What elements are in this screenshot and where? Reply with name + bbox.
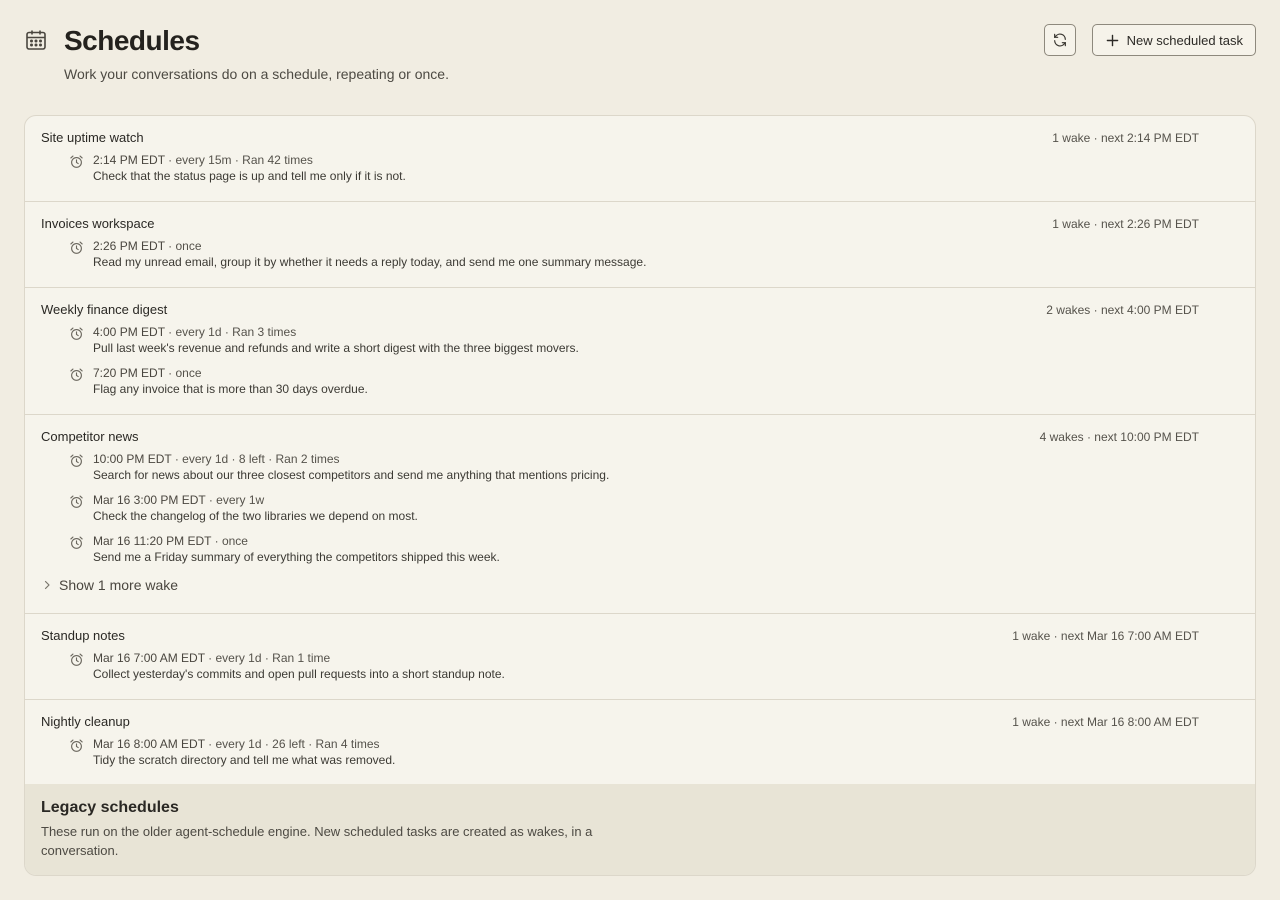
wake-item[interactable]: 2:14 PM EDT · every 15m · Ran 42 times C… — [41, 152, 1239, 184]
schedule-group: Standup notes 1 wake · next Mar 16 7:00 … — [25, 614, 1255, 700]
wake-detail: · once — [164, 239, 202, 253]
page-subtitle: Work your conversations do on a schedule… — [64, 66, 449, 82]
show-more-label: Show 1 more wake — [59, 577, 179, 593]
new-scheduled-task-button[interactable]: New scheduled task — [1091, 24, 1256, 56]
wake-time: Mar 16 8:00 AM EDT — [93, 737, 205, 751]
wake-item[interactable]: 7:20 PM EDT · once Flag any invoice that… — [41, 365, 1239, 397]
alarm-clock-icon — [70, 327, 83, 340]
alarm-clock-icon — [70, 155, 83, 168]
alarm-clock-icon — [70, 653, 83, 666]
chevron-right-icon — [44, 580, 50, 590]
wake-item[interactable]: Mar 16 7:00 AM EDT · every 1d · Ran 1 ti… — [41, 650, 1239, 682]
alarm-clock-icon — [70, 241, 83, 254]
wake-description: Pull last week's revenue and refunds and… — [93, 341, 579, 355]
schedule-group-meta: 1 wake · next Mar 16 7:00 AM EDT — [1012, 629, 1199, 643]
schedule-group: Weekly finance digest 2 wakes · next 4:0… — [25, 288, 1255, 415]
wake-item[interactable]: Mar 16 3:00 PM EDT · every 1w Check the … — [41, 492, 1239, 524]
wake-description: Read my unread email, group it by whethe… — [93, 255, 647, 269]
wake-time: 4:00 PM EDT — [93, 325, 165, 339]
wake-detail: · once — [164, 366, 202, 380]
schedule-group: Invoices workspace 1 wake · next 2:26 PM… — [25, 202, 1255, 288]
alarm-clock-icon — [70, 454, 83, 467]
wake-time: 7:20 PM EDT — [93, 366, 165, 380]
legacy-schedules-section: Legacy schedules These run on the older … — [25, 784, 1255, 875]
show-more-wakes-button[interactable]: Show 1 more wake — [41, 576, 1239, 594]
alarm-clock-icon — [70, 536, 83, 549]
page-title: Schedules — [64, 25, 200, 56]
calendar-icon — [26, 30, 46, 50]
plus-icon — [1106, 34, 1118, 46]
wake-description: Collect yesterday's commits and open pul… — [93, 667, 505, 681]
wake-detail: · every 15m · Ran 42 times — [164, 153, 313, 167]
wake-description: Search for news about our three closest … — [93, 468, 610, 482]
wake-detail: · every 1d · 26 left · Ran 4 times — [204, 737, 380, 751]
schedule-group-meta: 1 wake · next Mar 16 8:00 AM EDT — [1012, 715, 1199, 729]
wake-time: 10:00 PM EDT — [93, 452, 172, 466]
wake-detail: · every 1w — [205, 493, 265, 507]
wake-item[interactable]: 10:00 PM EDT · every 1d · 8 left · Ran 2… — [41, 451, 1239, 483]
alarm-clock-icon — [70, 739, 83, 752]
wake-time: Mar 16 7:00 AM EDT — [93, 651, 205, 665]
wake-time: 2:26 PM EDT — [93, 239, 165, 253]
wake-description: Flag any invoice that is more than 30 da… — [93, 382, 368, 396]
schedule-group-meta: 4 wakes · next 10:00 PM EDT — [1039, 430, 1199, 444]
wake-detail: · every 1d · Ran 3 times — [164, 325, 297, 339]
wake-item[interactable]: Mar 16 8:00 AM EDT · every 1d · 26 left … — [41, 736, 1239, 768]
alarm-clock-icon — [70, 368, 83, 381]
wake-description: Check that the status page is up and tel… — [93, 169, 406, 183]
wake-item[interactable]: 4:00 PM EDT · every 1d · Ran 3 times Pul… — [41, 324, 1239, 356]
wake-time: Mar 16 11:20 PM EDT — [93, 534, 212, 548]
refresh-button[interactable] — [1044, 24, 1076, 56]
schedule-group: Competitor news 4 wakes · next 10:00 PM … — [25, 415, 1255, 614]
wake-time: 2:14 PM EDT — [93, 153, 165, 167]
alarm-clock-icon — [70, 495, 83, 508]
page-header: Schedules Work your conversations do on … — [24, 24, 1256, 94]
schedule-group-meta: 1 wake · next 2:14 PM EDT — [1052, 131, 1199, 145]
wake-description: Check the changelog of the two libraries… — [93, 509, 418, 523]
wake-description: Send me a Friday summary of everything t… — [93, 550, 500, 564]
new-scheduled-task-label: New scheduled task — [1126, 32, 1243, 48]
wake-detail: · every 1d · 8 left · Ran 2 times — [171, 452, 340, 466]
schedule-group: Nightly cleanup 1 wake · next Mar 16 8:0… — [25, 700, 1255, 785]
schedules-list: Site uptime watch 1 wake · next 2:14 PM … — [24, 115, 1256, 876]
wake-item[interactable]: 2:26 PM EDT · once Read my unread email,… — [41, 238, 1239, 270]
legacy-schedules-description: These run on the older agent-schedule en… — [41, 824, 593, 858]
wake-item[interactable]: Mar 16 11:20 PM EDT · once Send me a Fri… — [41, 533, 1239, 565]
wake-detail: · once — [211, 534, 248, 548]
wake-time: Mar 16 3:00 PM EDT — [93, 493, 206, 507]
refresh-icon — [1054, 33, 1066, 47]
schedule-group-meta: 1 wake · next 2:26 PM EDT — [1052, 217, 1199, 231]
schedule-group: Site uptime watch 1 wake · next 2:14 PM … — [25, 116, 1255, 202]
wake-description: Tidy the scratch directory and tell me w… — [93, 753, 396, 767]
wake-detail: · every 1d · Ran 1 time — [204, 651, 331, 665]
schedule-group-meta: 2 wakes · next 4:00 PM EDT — [1046, 303, 1199, 317]
legacy-schedules-title: Legacy schedules — [41, 799, 179, 816]
